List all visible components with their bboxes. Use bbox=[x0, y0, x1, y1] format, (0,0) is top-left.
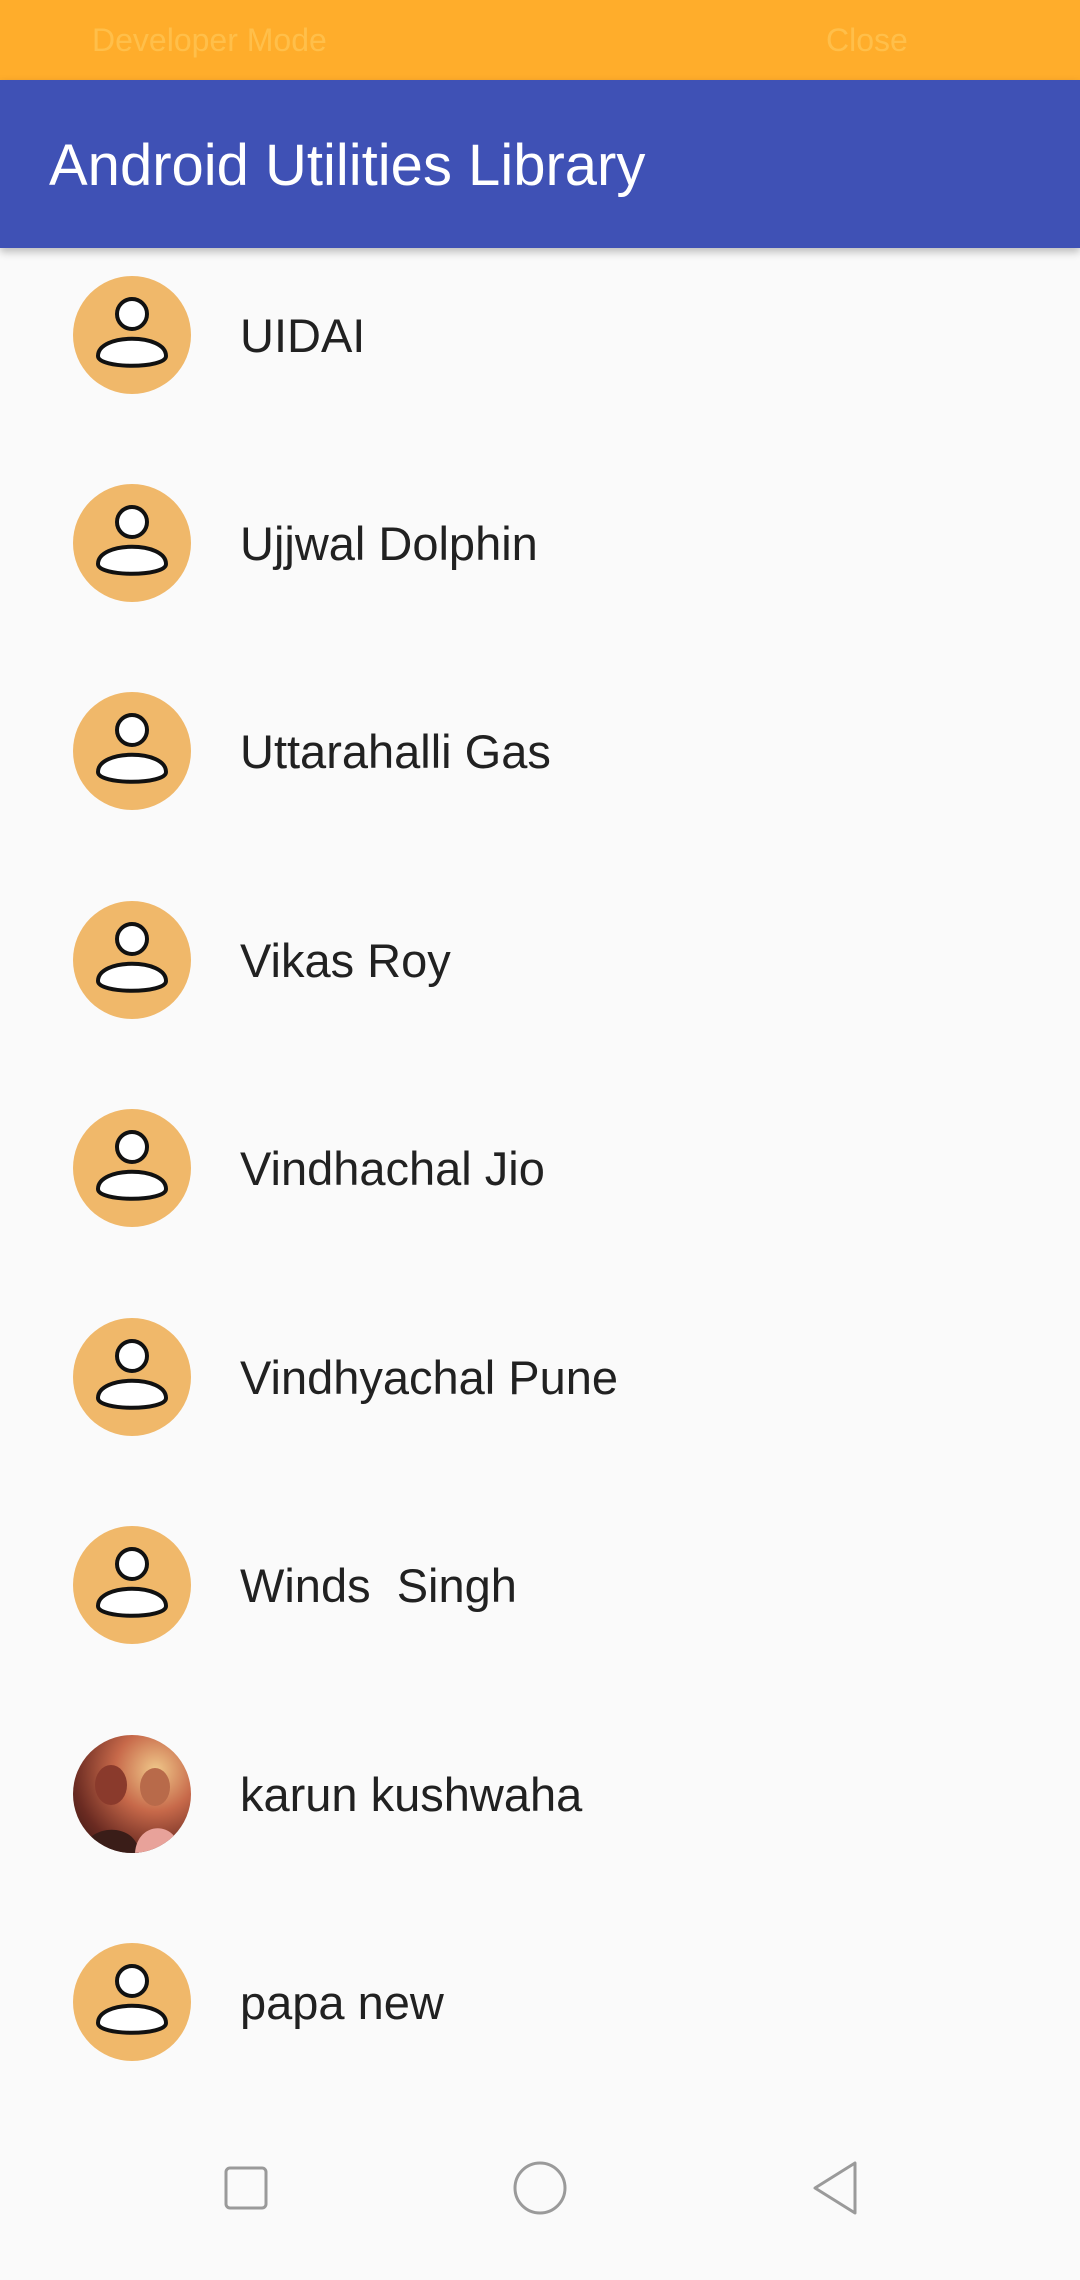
person-icon bbox=[73, 901, 191, 1019]
contact-name: Vindhachal Jio bbox=[240, 1142, 545, 1195]
person-icon bbox=[73, 1526, 191, 1644]
contact-name: papa new bbox=[240, 1976, 444, 2029]
list-item[interactable]: Winds Singh bbox=[0, 1498, 1080, 1706]
contact-name: karun kushwaha bbox=[240, 1768, 583, 1821]
navigation-bar bbox=[0, 2098, 1080, 2280]
status-bar: Developer Mode Close bbox=[0, 0, 1080, 80]
contact-name: Vindhyachal Pune bbox=[240, 1351, 619, 1404]
list-item[interactable]: karun kushwaha bbox=[0, 1707, 1080, 1915]
contact-name: Winds Singh bbox=[240, 1559, 517, 1612]
app-title: Android Utilities Library bbox=[49, 133, 646, 198]
back-triangle-icon[interactable] bbox=[784, 2138, 884, 2238]
app-bar: Android Utilities Library bbox=[0, 80, 1080, 248]
list-item[interactable]: Ujjwal Dolphin bbox=[0, 456, 1080, 664]
list-item[interactable]: Vikas Roy bbox=[0, 873, 1080, 1081]
contact-photo-avatar bbox=[73, 1735, 191, 1853]
list-item[interactable]: Vindhachal Jio bbox=[0, 1081, 1080, 1289]
person-icon bbox=[73, 1109, 191, 1227]
contact-name: Ujjwal Dolphin bbox=[240, 517, 538, 570]
person-icon bbox=[73, 692, 191, 810]
list-item[interactable]: papa new bbox=[0, 1915, 1080, 2098]
person-icon bbox=[73, 1318, 191, 1436]
contact-name: Vikas Roy bbox=[240, 934, 451, 987]
recents-square-icon[interactable] bbox=[196, 2138, 296, 2238]
close-button[interactable]: Close bbox=[826, 22, 908, 59]
developer-mode-label: Developer Mode bbox=[92, 22, 327, 58]
contact-name: Uttarahalli Gas bbox=[240, 725, 551, 778]
list-item[interactable]: Vindhyachal Pune bbox=[0, 1290, 1080, 1498]
person-icon bbox=[73, 484, 191, 602]
person-icon bbox=[73, 1943, 191, 2061]
list-item[interactable]: UIDAI bbox=[0, 248, 1080, 456]
list-item[interactable]: Uttarahalli Gas bbox=[0, 664, 1080, 872]
home-circle-icon[interactable] bbox=[490, 2138, 590, 2238]
person-icon bbox=[73, 276, 191, 394]
contact-name: UIDAI bbox=[240, 309, 366, 362]
contact-list[interactable]: UIDAI Ujjwal Dolphin Uttarahalli Gas Vik… bbox=[0, 248, 1080, 2098]
